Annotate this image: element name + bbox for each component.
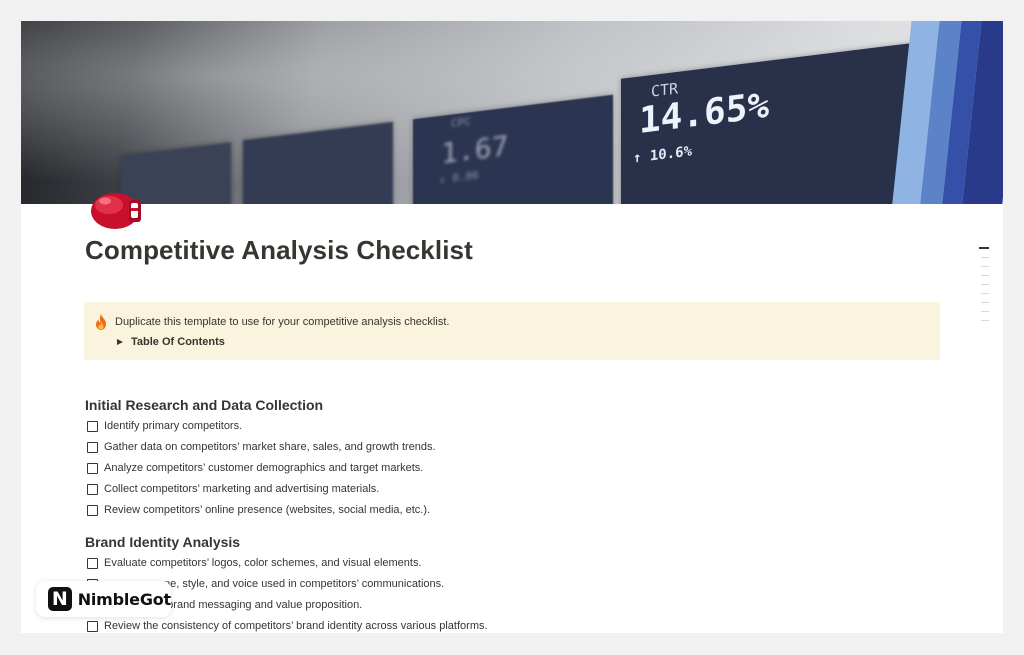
nimblegot-watermark: N NimbleGot [36,581,171,617]
page-title: Competitive Analysis Checklist [85,235,473,265]
todo-item: Review the consistency of competitors’ b… [87,617,488,633]
table-of-contents-rail[interactable] [979,247,991,329]
section-heading: Initial Research and Data Collection [85,397,324,413]
todo-text[interactable]: Identify primary competitors. [104,420,242,432]
page-frame: CTR 14.65% ↑ 10.6% CPC 1.67 ↓ 0.06 Compe… [21,21,1003,633]
checkbox[interactable] [87,620,98,632]
toc-marker[interactable] [981,256,989,258]
todo-text[interactable]: Review competitors’ online presence (web… [104,504,430,516]
toc-marker[interactable] [981,274,989,276]
todo-item: Identify primary competitors. [87,417,242,435]
checkbox[interactable] [87,420,98,432]
todo-text[interactable]: Review the consistency of competitors’ b… [104,620,488,632]
callout-block: Duplicate this template to use for your … [84,302,940,360]
todo-text[interactable]: ne, style, and voice used in competitors… [164,578,444,590]
checkbox[interactable] [87,557,98,569]
todo-text[interactable]: Analyze competitors’ customer demographi… [104,462,423,474]
checkbox[interactable] [87,483,98,495]
checkbox[interactable] [87,441,98,453]
callout-text: Duplicate this template to use for your … [115,316,450,328]
todo-item: Collect competitors’ marketing and adver… [87,480,379,498]
checkbox[interactable] [87,462,98,474]
todo-item: Evaluate competitors’ logos, color schem… [87,554,422,572]
toc-marker[interactable] [981,319,989,321]
toc-marker[interactable] [981,265,989,267]
nimblegot-logo-icon: N [48,587,72,611]
todo-item: Analyze competitors’ customer demographi… [87,459,423,477]
todo-text[interactable]: Evaluate competitors’ logos, color schem… [104,557,422,569]
toc-marker[interactable] [981,310,989,312]
table-of-contents-toggle[interactable]: Table Of Contents [117,334,225,350]
boxing-glove-icon[interactable] [85,184,145,232]
toc-marker[interactable] [981,283,989,285]
fire-icon [96,314,106,330]
toggle-label[interactable]: Table Of Contents [131,336,225,348]
toc-marker[interactable] [979,247,989,249]
cover-image: CTR 14.65% ↑ 10.6% CPC 1.67 ↓ 0.06 [21,21,1003,204]
watermark-name: NimbleGot [77,589,172,609]
toc-marker[interactable] [981,292,989,294]
toc-marker[interactable] [981,301,989,303]
todo-text[interactable]: Collect competitors’ marketing and adver… [104,483,379,495]
section-heading: Brand Identity Analysis [85,534,241,550]
checkbox[interactable] [87,504,98,516]
todo-item: Gather data on competitors’ market share… [87,438,436,456]
cover-metric-label: CPC [451,114,471,131]
todo-text[interactable]: Gather data on competitors’ market share… [104,441,436,453]
todo-item: Review competitors’ online presence (web… [87,501,430,519]
triangle-right-icon[interactable] [117,339,123,345]
